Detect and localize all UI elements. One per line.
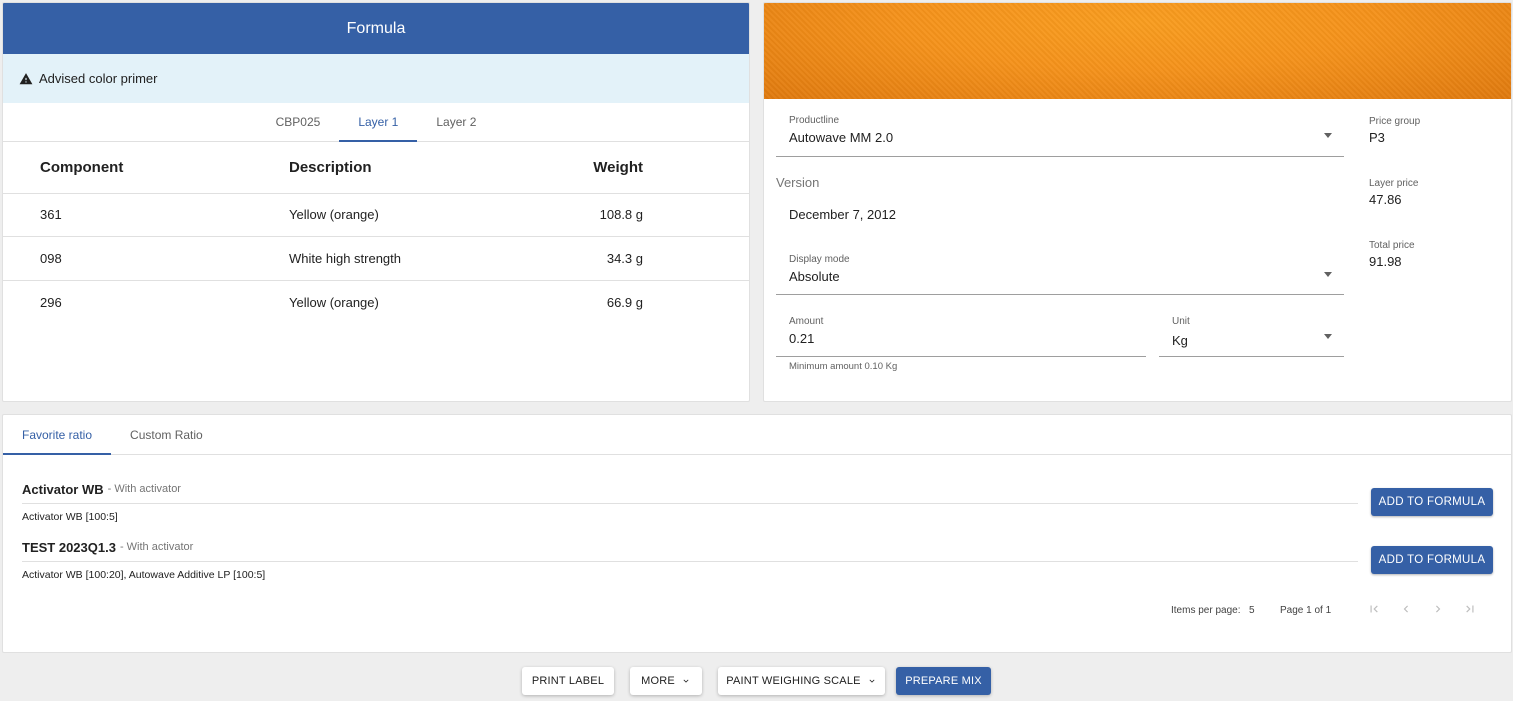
cell-component: 296 xyxy=(40,294,62,310)
dropdown-caret-icon xyxy=(1324,272,1332,277)
display-mode-label: Display mode xyxy=(789,254,850,265)
list-item: Activator WB - With activator Activator … xyxy=(22,475,1358,530)
list-item: TEST 2023Q1.3 - With activator Activator… xyxy=(22,533,1358,588)
cell-weight: 108.8 g xyxy=(539,193,749,237)
amount-label: Amount xyxy=(789,316,824,327)
add-to-formula-button[interactable]: ADD TO FORMULA xyxy=(1371,546,1493,574)
version-value: December 7, 2012 xyxy=(789,207,896,222)
layer-price-label: Layer price xyxy=(1369,178,1419,189)
more-text: MORE xyxy=(641,675,675,687)
ratio-name: Activator WB xyxy=(22,481,104,497)
dropdown-caret-icon xyxy=(1324,334,1332,339)
productline-value: Autowave MM 2.0 xyxy=(789,130,894,145)
print-label-button[interactable]: PRINT LABEL xyxy=(522,667,614,695)
cell-weight: 66.9 g xyxy=(606,294,643,310)
price-group-label: Price group xyxy=(1369,116,1421,127)
layer-tabs: CBP025 Layer 1 Layer 2 xyxy=(3,103,749,142)
price-group: Price group P3 xyxy=(1369,116,1420,145)
dropdown-caret-icon xyxy=(1324,133,1332,138)
column-header-weight: Weight xyxy=(539,142,749,194)
version-field: Version December 7, 2012 xyxy=(776,175,1336,222)
column-header-component: Component xyxy=(3,142,289,194)
cell-component: 098 xyxy=(3,236,289,281)
formula-title: Formula xyxy=(3,3,749,54)
total-price-label: Total price xyxy=(1369,240,1415,251)
next-page-icon[interactable] xyxy=(1431,602,1445,616)
unit-select[interactable]: Unit Kg xyxy=(1159,316,1344,357)
warning-icon xyxy=(19,72,33,86)
formula-card: Formula Advised color primer CBP025 Laye… xyxy=(2,2,750,402)
ratio-description: Activator WB [100:5] xyxy=(22,511,118,523)
cell-description: Yellow (orange) xyxy=(289,294,379,310)
display-mode-select[interactable]: Display mode Absolute xyxy=(776,254,1344,295)
previous-page-icon[interactable] xyxy=(1399,602,1413,616)
add-to-formula-button[interactable]: ADD TO FORMULA xyxy=(1371,488,1493,516)
amount-value: 0.21 xyxy=(789,331,815,346)
ratio-suffix: - With activator xyxy=(119,541,194,553)
table-row: 098 White high strength 34.3 g xyxy=(3,236,749,281)
prepare-mix-button[interactable]: PREPARE MIX xyxy=(896,667,991,695)
more-button[interactable]: MORE xyxy=(630,667,702,695)
layer-price-value: 47.86 xyxy=(1369,192,1402,207)
ratio-name: TEST 2023Q1.3 xyxy=(22,539,116,555)
ratio-tabs: Favorite ratio Custom Ratio xyxy=(3,415,1511,455)
tab-layer-1[interactable]: Layer 1 xyxy=(339,103,418,142)
last-page-icon[interactable] xyxy=(1463,602,1477,616)
column-header-description: Description xyxy=(289,142,539,194)
cell-description: White high strength xyxy=(289,236,539,281)
print-label-text: PRINT LABEL xyxy=(531,675,605,687)
prepare-mix-text: PREPARE MIX xyxy=(905,675,982,687)
tab-layer-2[interactable]: Layer 2 xyxy=(417,103,495,141)
amount-input[interactable]: Amount 0.21 xyxy=(776,316,1146,357)
advisory-text: Advised color primer xyxy=(39,71,158,86)
layer-price: Layer price 47.86 xyxy=(1369,178,1418,207)
tab-favorite-ratio[interactable]: Favorite ratio xyxy=(3,415,112,455)
chevron-down-icon xyxy=(867,676,877,686)
total-price-value: 91.98 xyxy=(1369,254,1402,269)
chevron-down-icon xyxy=(681,676,691,686)
unit-label: Unit xyxy=(1172,316,1190,327)
items-per-page-label: Items per page: xyxy=(1171,605,1241,616)
tab-cbp025[interactable]: CBP025 xyxy=(257,103,340,141)
advisory-banner: Advised color primer xyxy=(3,54,749,103)
ratio-description: Activator WB [100:20], Autowave Additive… xyxy=(22,569,266,581)
paint-weighing-scale-button[interactable]: PAINT WEIGHING SCALE xyxy=(718,667,885,695)
table-row: 361 Yellow (orange) 108.8 g xyxy=(3,193,749,237)
amount-hint: Minimum amount 0.10 Kg xyxy=(789,361,898,372)
ratio-suffix: - With activator xyxy=(107,483,181,495)
productline-select[interactable]: Productline Autowave MM 2.0 xyxy=(776,115,1344,157)
items-per-page-select[interactable]: 5 xyxy=(1249,605,1255,616)
total-price: Total price 91.98 xyxy=(1369,240,1415,269)
settings-card: Productline Autowave MM 2.0 Version Dece… xyxy=(763,2,1512,402)
productline-label: Productline xyxy=(789,115,840,126)
table-header-row: Component Description Weight xyxy=(3,142,749,194)
cell-description: Yellow (orange) xyxy=(289,193,539,237)
display-mode-value: Absolute xyxy=(789,269,840,284)
first-page-icon[interactable] xyxy=(1367,602,1381,616)
ratio-card: Favorite ratio Custom Ratio Activator WB… xyxy=(2,414,1512,653)
tab-custom-ratio[interactable]: Custom Ratio xyxy=(111,415,222,454)
color-swatch xyxy=(764,3,1511,99)
paint-weighing-scale-text: PAINT WEIGHING SCALE xyxy=(726,675,861,687)
cell-weight: 34.3 g xyxy=(539,236,749,281)
table-row: 296 Yellow (orange) 66.9 g xyxy=(3,280,749,324)
unit-value: Kg xyxy=(1172,333,1188,348)
version-label: Version xyxy=(776,175,820,190)
formula-table: Component Description Weight 361 Yellow … xyxy=(3,142,749,324)
cell-component: 361 xyxy=(3,193,289,237)
price-group-value: P3 xyxy=(1369,130,1385,145)
page-range: Page 1 of 1 xyxy=(1280,605,1332,616)
